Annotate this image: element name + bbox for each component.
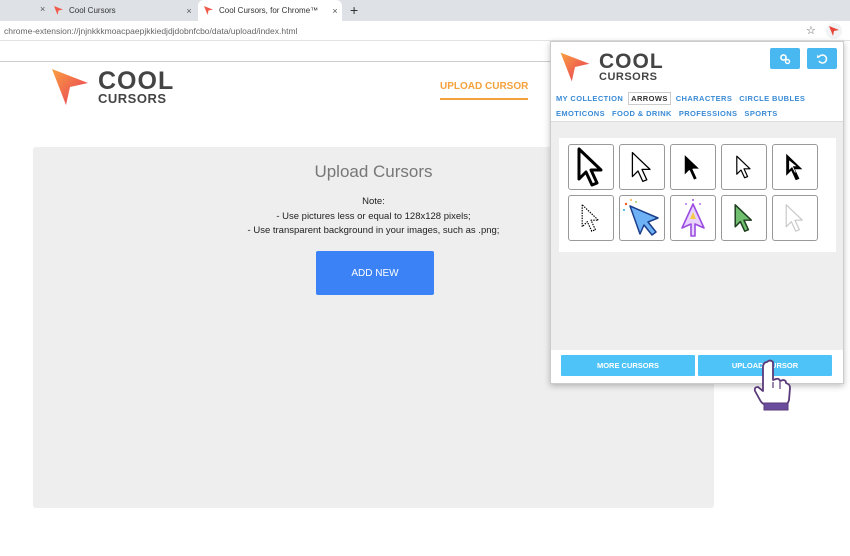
logo-text: COOL CURSORS xyxy=(98,66,175,106)
close-tab-icon[interactable]: × xyxy=(40,4,45,14)
category-emoticons[interactable]: EMOTICONS xyxy=(554,108,607,119)
dotted-arrow-cursor-icon xyxy=(581,204,599,232)
undo-icon xyxy=(816,53,828,64)
cool-cursors-logo-icon xyxy=(52,69,88,105)
cursor-item[interactable] xyxy=(670,195,716,241)
cursor-item[interactable] xyxy=(670,144,716,190)
blue-sparkle-arrow-cursor-icon xyxy=(623,199,659,236)
tab-cool-cursors[interactable]: Cool Cursors × xyxy=(54,0,196,21)
category-professions[interactable]: PROFESSIONS xyxy=(677,108,740,119)
bookmark-star-icon[interactable]: ☆ xyxy=(806,24,816,37)
cursor-item[interactable] xyxy=(568,144,614,190)
add-new-button[interactable]: ADD NEW xyxy=(316,251,434,295)
header-divider xyxy=(0,61,551,62)
logo-line-1: COOL xyxy=(599,50,664,74)
cursor-grid xyxy=(559,138,836,252)
category-arrows[interactable]: ARROWS xyxy=(628,92,671,105)
gears-icon xyxy=(780,53,791,64)
logo-line-2: CURSORS xyxy=(98,90,167,106)
close-tab-icon[interactable]: × xyxy=(182,6,196,16)
extension-button[interactable] xyxy=(826,23,842,39)
cursor-item[interactable] xyxy=(772,195,818,241)
extension-popup: COOL CURSORS MY COLLECTION ARROWS CHARAC… xyxy=(550,41,844,384)
cool-cursors-favicon-icon xyxy=(204,6,213,15)
screen: × Cool Cursors × Cool Cursors, for Chrom… xyxy=(0,0,850,556)
small-white-arrow-cursor-icon xyxy=(736,155,751,179)
cursor-list-area xyxy=(551,122,843,350)
category-characters[interactable]: CHARACTERS xyxy=(674,93,735,104)
tab-title: Cool Cursors xyxy=(69,6,116,15)
purple-magic-arrow-cursor-icon xyxy=(681,199,705,237)
category-tabs: MY COLLECTION ARROWS CHARACTERS CIRCLE B… xyxy=(554,91,844,121)
black-outline-arrow-cursor-icon xyxy=(577,147,603,187)
category-row-2: EMOTICONS FOOD & DRINK PROFESSIONS SPORT… xyxy=(554,106,844,121)
black-hollow-arrow-cursor-icon xyxy=(786,153,803,181)
black-arrow-cursor-icon xyxy=(683,153,701,181)
cursor-item[interactable] xyxy=(619,144,665,190)
more-cursors-button[interactable]: MORE CURSORS xyxy=(561,355,695,376)
tab-bar: × Cool Cursors × Cool Cursors, for Chrom… xyxy=(0,0,850,21)
white-slim-arrow-cursor-icon xyxy=(631,151,651,183)
cool-cursors-favicon-icon xyxy=(54,6,63,15)
category-food-drink[interactable]: FOOD & DRINK xyxy=(610,108,674,119)
logo-line-1: COOL xyxy=(98,66,175,95)
tab-title: Cool Cursors, for Chrome™ xyxy=(219,6,319,15)
category-my-collection[interactable]: MY COLLECTION xyxy=(554,93,625,104)
tab-cool-cursors-chrome[interactable]: Cool Cursors, for Chrome™ × xyxy=(198,0,342,21)
nav-upload-cursor[interactable]: UPLOAD CURSOR xyxy=(440,81,529,100)
new-tab-icon[interactable]: + xyxy=(350,2,358,18)
reset-button[interactable] xyxy=(807,48,837,69)
url-field[interactable]: chrome-extension://jnjnkkkmoacpaepjkkied… xyxy=(4,26,297,36)
popup-logo-text: COOL CURSORS xyxy=(599,50,664,83)
logo-line-2: CURSORS xyxy=(599,70,658,83)
hand-pointer-icon xyxy=(753,359,791,411)
cursor-item[interactable] xyxy=(772,144,818,190)
cool-cursors-logo-icon xyxy=(560,52,590,82)
light-grey-arrow-cursor-icon xyxy=(785,204,803,232)
category-circle-bubles[interactable]: CIRCLE BUBLES xyxy=(737,93,807,104)
cursor-item[interactable] xyxy=(619,195,665,241)
cursor-item[interactable] xyxy=(721,195,767,241)
page-logo[interactable]: COOL CURSORS xyxy=(50,67,174,107)
address-bar: chrome-extension://jnjnkkkmoacpaepjkkied… xyxy=(0,21,850,41)
category-sports[interactable]: SPORTS xyxy=(742,108,779,119)
settings-button[interactable] xyxy=(770,48,800,69)
green-arrow-cursor-icon xyxy=(734,204,753,232)
close-tab-icon[interactable]: × xyxy=(328,6,342,16)
cursor-item[interactable] xyxy=(721,144,767,190)
cursor-item[interactable] xyxy=(568,195,614,241)
popup-logo: COOL CURSORS xyxy=(559,51,664,83)
cool-cursors-extension-icon xyxy=(829,26,839,36)
category-row-1: MY COLLECTION ARROWS CHARACTERS CIRCLE B… xyxy=(554,91,844,106)
